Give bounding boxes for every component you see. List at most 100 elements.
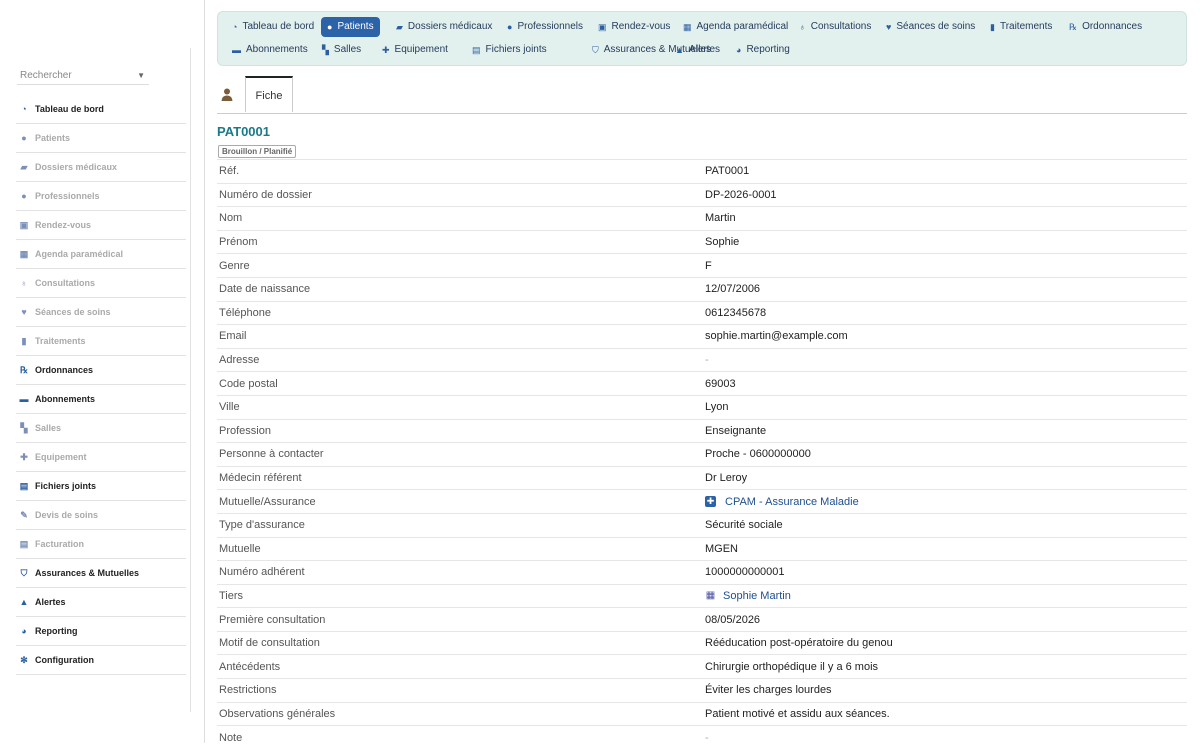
door-icon: ▚ [20, 422, 28, 433]
field-value: F [705, 259, 712, 272]
topnav-tab-16[interactable]: ◕ Reporting [730, 40, 796, 60]
sidebar-item-label: Salles [35, 423, 62, 433]
field-label: Motif de consultation [219, 637, 320, 650]
field-value: 12/07/2006 [705, 283, 761, 296]
sidebar-item-label: Alertes [35, 597, 66, 607]
sidebar-item-11[interactable]: ▚ Salles [16, 414, 186, 443]
topnav-tab-label: Alertes [688, 44, 721, 55]
field-value: Proche - 0600000000 [705, 448, 811, 461]
sidebar-item-19[interactable]: ✻ Configuration [16, 646, 186, 675]
page-title: PAT0001 [217, 124, 270, 139]
topnav-tab-8[interactable]: ▮ Traitements [984, 17, 1058, 37]
sidebar-item-18[interactable]: ◕ Reporting [16, 617, 186, 646]
field-row: Observations générales Patient motivé et … [217, 701, 1187, 726]
pie-chart-icon: ◕ [736, 45, 742, 55]
sidebar-item-4[interactable]: ▣ Rendez-vous [16, 211, 186, 240]
topnav-tab-0[interactable]: ◔ Tableau de bord [226, 17, 320, 37]
sidebar-item-label: Reporting [35, 626, 78, 636]
field-label: Restrictions [219, 684, 277, 697]
topnav-tab-3[interactable]: ● Professionnels [501, 17, 589, 37]
field-value: DP-2026-0001 [705, 188, 777, 201]
prescription-icon: ℞ [1069, 22, 1078, 32]
field-row: Email sophie.martin@example.com [217, 324, 1187, 348]
sidebar-item-2[interactable]: ▰ Dossiers médicaux [16, 153, 186, 182]
sidebar-item-5[interactable]: ▦ Agenda paramédical [16, 240, 186, 269]
topnav-tab-2[interactable]: ▰ Dossiers médicaux [390, 17, 498, 37]
field-value: Sécurité sociale [705, 519, 783, 532]
field-row: Adresse - [217, 347, 1187, 372]
field-value: - [705, 731, 709, 744]
topnav-tab-4[interactable]: ▣ Rendez-vous [592, 17, 676, 37]
calendar-check-icon: ▣ [598, 22, 607, 32]
field-value: Chirurgie orthopédique il y a 6 mois [705, 660, 879, 673]
medkit-icon: ✚ [20, 451, 28, 462]
field-row: Téléphone 0612345678 [217, 300, 1187, 325]
field-value: 69003 [705, 377, 736, 390]
field-label: Genre [219, 259, 250, 272]
field-row: Ville Lyon [217, 394, 1187, 419]
field-link-text[interactable]: Sophie Martin [723, 590, 791, 602]
sidebar-item-0[interactable]: ◔ Tableau de bord [16, 95, 186, 124]
sidebar-item-7[interactable]: ♥ Séances de soins [16, 298, 186, 327]
field-row: Mutuelle MGEN [217, 536, 1187, 561]
field-label: Première consultation [219, 613, 326, 626]
status-badge: Brouillon / Planifié [218, 145, 297, 158]
topnav-tab-10[interactable]: ▬ Abonnements [226, 40, 314, 60]
field-label: Date de naissance [219, 283, 311, 296]
field-value[interactable]: ✚ CPAM - Assurance Maladie [705, 496, 859, 508]
sidebar-item-9[interactable]: ℞ Ordonnances [16, 356, 186, 385]
sidebar-item-16[interactable]: ⛉ Assurances & Mutuelles [16, 559, 186, 588]
user-icon[interactable] [221, 88, 233, 102]
sidebar-item-1[interactable]: ● Patients [16, 124, 186, 153]
sidebar-item-10[interactable]: ▬ Abonnements [16, 385, 186, 414]
field-value: - [705, 354, 709, 367]
topnav-tab-1[interactable]: ● Patients [321, 17, 380, 37]
topnav-tab-12[interactable]: ✚ Equipement [376, 40, 454, 60]
field-row: Antécédents Chirurgie orthopédique il y a… [217, 654, 1187, 678]
sidebar-item-14[interactable]: ✎ Devis de soins [16, 501, 186, 530]
topnav-tab-11[interactable]: ▚ Salles [316, 40, 367, 60]
sidebar-item-13[interactable]: ▤ Fichiers joints [16, 472, 186, 501]
insurance-plus-icon: ✚ [705, 496, 716, 508]
topnav-tab-label: Fichiers joints [485, 44, 547, 55]
field-label: Adresse [219, 354, 260, 367]
topnav-tab-9[interactable]: ℞ Ordonnances [1063, 17, 1148, 37]
search-select[interactable]: Rechercher ▼ [17, 66, 149, 85]
tab-fiche[interactable]: Fiche [245, 76, 293, 112]
sidebar-item-label: Tableau de bord [35, 104, 104, 114]
sidebar-item-label: Ordonnances [35, 365, 94, 375]
prescription-bottle-icon: ▮ [990, 22, 995, 32]
field-row: Réf. PAT0001 [217, 159, 1187, 183]
sidebar-item-label: Dossiers médicaux [35, 162, 118, 172]
file-icon: ▤ [19, 480, 29, 491]
heart-icon: ♥ [21, 307, 27, 317]
sidebar-item-3[interactable]: ● Professionnels [16, 182, 186, 211]
user-icon: ● [327, 22, 333, 32]
user-icon: ● [507, 22, 513, 32]
field-row: Médecin référent Dr Leroy [217, 465, 1187, 490]
topnav-tab-15[interactable]: ▲ Alertes [669, 40, 726, 60]
field-value: 08/05/2026 [705, 613, 761, 626]
calendar-icon: ▦ [19, 248, 29, 259]
field-row: Première consultation 08/05/2026 [217, 607, 1187, 631]
topnav-tab-6[interactable]: ♁ Consultations [793, 17, 877, 37]
field-value[interactable]: ▦ Sophie Martin [705, 590, 791, 602]
sidebar-item-8[interactable]: ▮ Traitements [16, 327, 186, 356]
field-row: Tiers ▦ Sophie Martin [217, 583, 1187, 608]
topnav-tab-label: Consultations [810, 21, 872, 32]
sidebar-item-17[interactable]: ▲ Alertes [16, 588, 186, 617]
topnav-tab-label: Rendez-vous [611, 21, 671, 32]
dashboard-icon: ◔ [232, 22, 238, 32]
user-icon: ● [21, 191, 27, 201]
field-link-text[interactable]: CPAM - Assurance Maladie [725, 496, 859, 508]
sidebar-item-label: Séances de soins [35, 307, 111, 317]
sidebar-item-15[interactable]: ▤ Facturation [16, 530, 186, 559]
topnav-tab-5[interactable]: ▦ Agenda paramédical [677, 17, 794, 37]
field-row: Note - [217, 725, 1187, 749]
sidebar-item-12[interactable]: ✚ Equipement [16, 443, 186, 472]
field-label: Type d'assurance [219, 519, 305, 532]
field-row: Date de naissance 12/07/2006 [217, 276, 1187, 301]
sidebar-item-6[interactable]: ♁ Consultations [16, 269, 186, 298]
topnav-tab-13[interactable]: ▤ Fichiers joints [466, 40, 553, 60]
topnav-tab-7[interactable]: ♥ Séances de soins [880, 17, 981, 37]
